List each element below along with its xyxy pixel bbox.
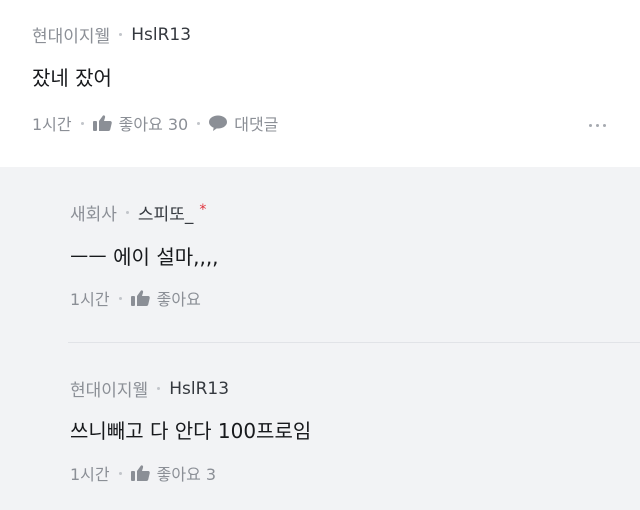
separator-dot	[80, 121, 84, 125]
more-horizontal-icon	[589, 124, 592, 127]
reply-time: 1시간	[70, 465, 110, 484]
reply-divider	[68, 342, 640, 343]
reply-author-line: 새회사 스피또_ *	[70, 200, 207, 226]
like-label: 좋아요 3	[156, 465, 217, 484]
speech-bubble-icon	[209, 115, 228, 131]
reply-author-line: 현대이지웰 HslR13	[70, 376, 229, 402]
reply-text: 쓰니빼고 다 안다 100프로임	[70, 419, 312, 443]
separator-dot	[125, 211, 129, 214]
like-label: 좋아요 30	[118, 115, 189, 134]
comment-text: 잤네 잤어	[32, 66, 112, 90]
author-company: 현대이지웰	[70, 381, 149, 401]
thumbs-up-icon	[130, 290, 150, 306]
comment-time: 1시간	[32, 115, 72, 134]
author-nickname[interactable]: HslR13	[169, 379, 229, 399]
reply-list: 새회사 스피또_ * ㅡㅡ 에이 설마,,,, 1시간 좋아요 현대이지웰 Hs…	[0, 167, 640, 510]
thumbs-up-icon	[92, 115, 112, 131]
separator-dot	[119, 33, 123, 36]
author-badge: *	[199, 201, 207, 218]
separator-dot	[197, 121, 201, 125]
reply-time: 1시간	[70, 290, 110, 309]
author-company: 새회사	[70, 205, 117, 225]
like-button[interactable]: 좋아요	[130, 286, 201, 310]
thumbs-up-icon	[130, 465, 150, 481]
comment-item: 현대이지웰 HslR13 잤네 잤어 1시간 좋아요 30 대댓글	[0, 0, 640, 167]
separator-dot	[118, 296, 122, 300]
reply-label: 대댓글	[234, 115, 279, 134]
comment-thread: 현대이지웰 HslR13 잤네 잤어 1시간 좋아요 30 대댓글 새회사 스피…	[0, 0, 640, 510]
reply-text: ㅡㅡ 에이 설마,,,,	[70, 245, 219, 269]
reply-footer: 1시간 좋아요 3	[70, 461, 216, 485]
separator-dot	[157, 387, 161, 390]
more-options-button[interactable]	[585, 120, 610, 131]
like-label: 좋아요	[156, 290, 201, 309]
like-button[interactable]: 좋아요 3	[130, 461, 217, 485]
separator-dot	[118, 471, 122, 475]
reply-button[interactable]: 대댓글	[209, 111, 278, 135]
comment-author-line: 현대이지웰 HslR13	[32, 22, 191, 48]
author-company: 현대이지웰	[32, 27, 111, 47]
like-button[interactable]: 좋아요 30	[92, 111, 189, 135]
author-nickname[interactable]: 스피또_	[138, 200, 193, 225]
author-nickname[interactable]: HslR13	[131, 25, 191, 45]
reply-footer: 1시간 좋아요	[70, 286, 201, 310]
comment-footer: 1시간 좋아요 30 대댓글	[32, 111, 278, 135]
